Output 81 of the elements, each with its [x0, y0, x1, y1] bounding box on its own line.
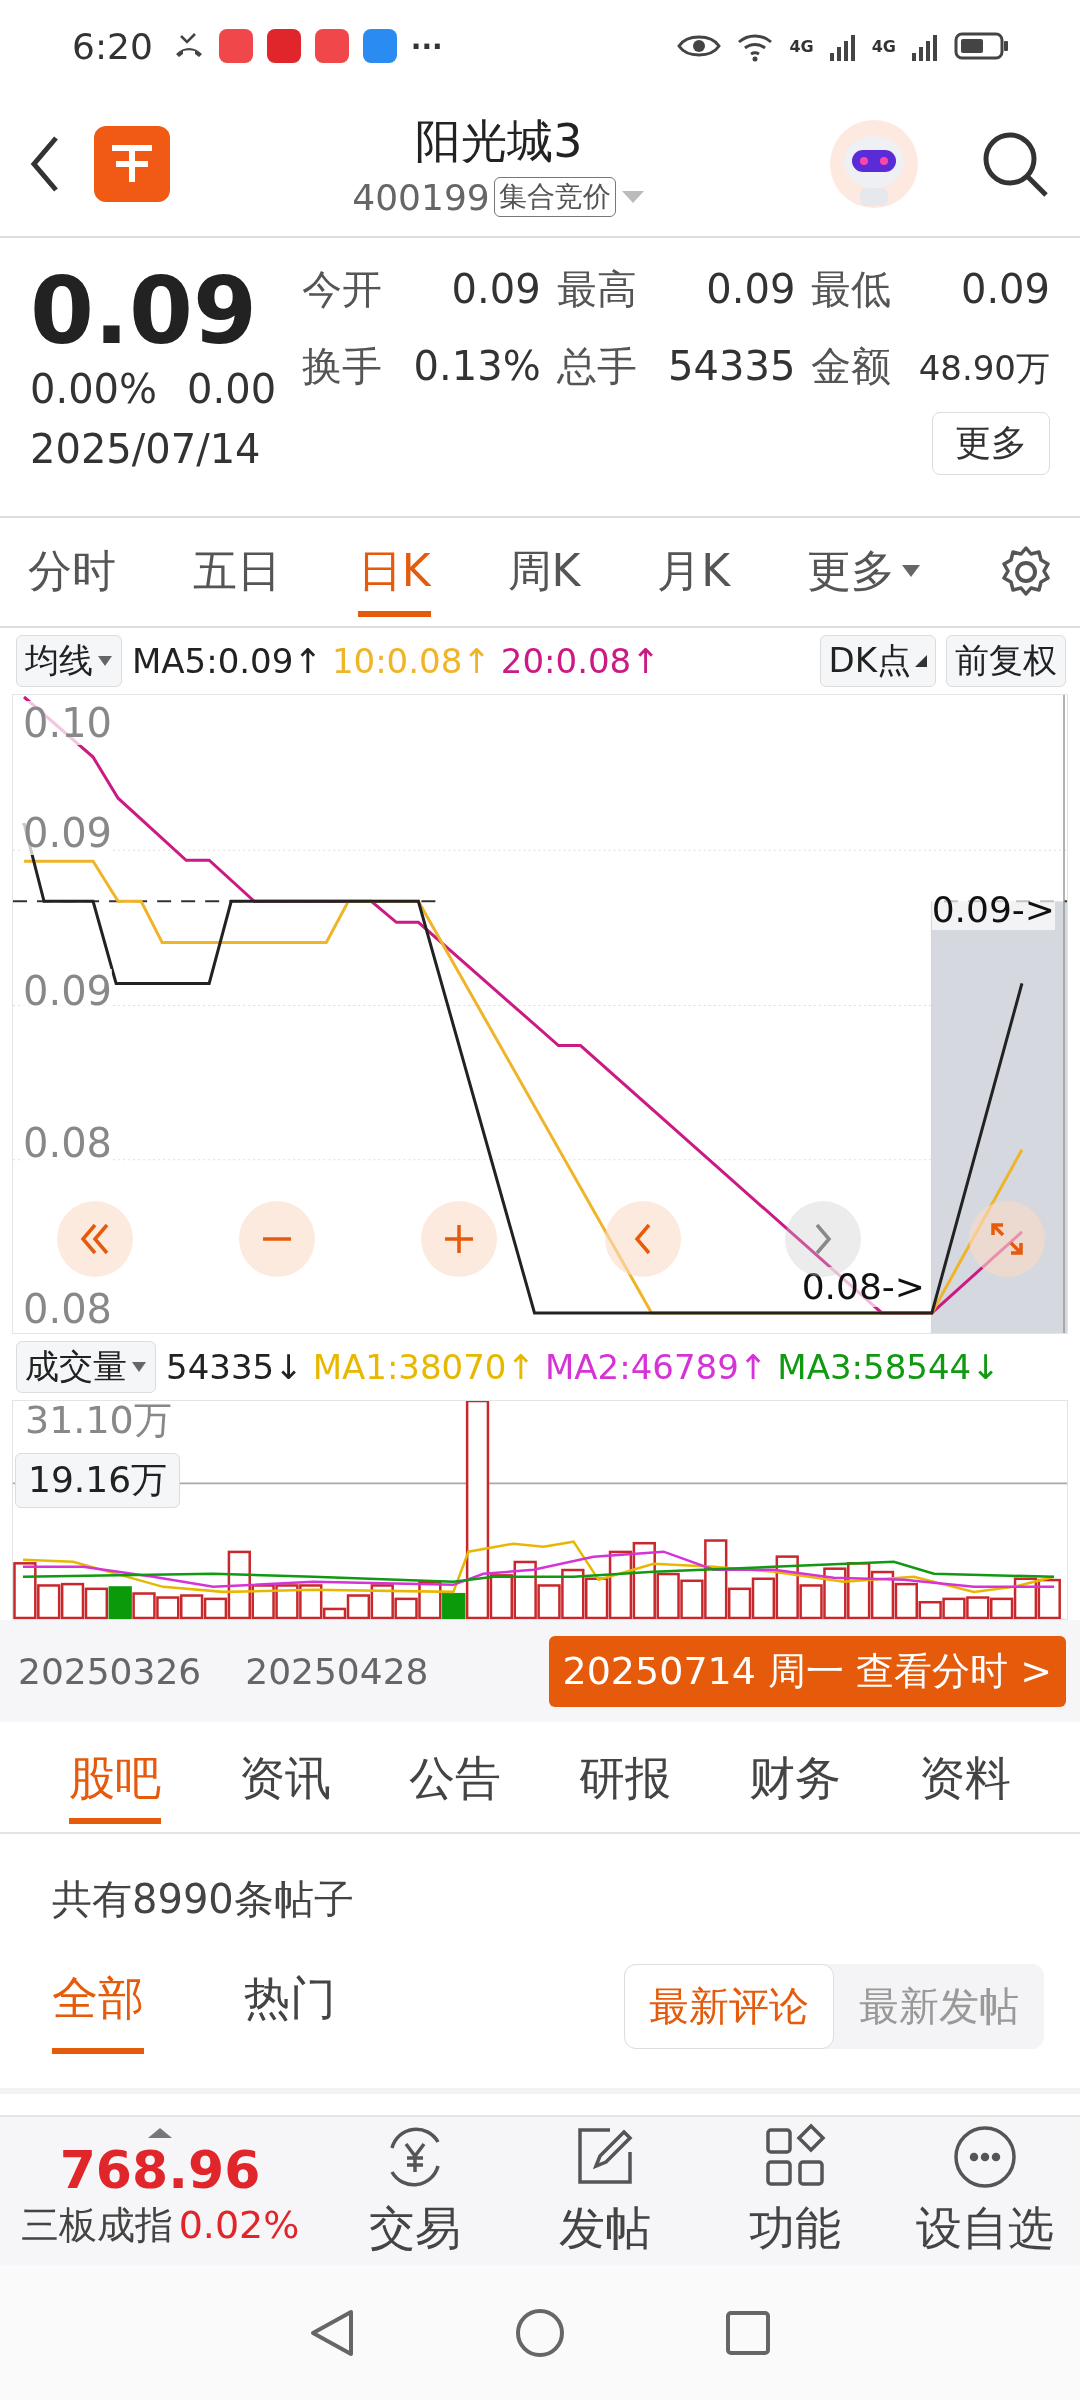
dk-button[interactable]: DK点 [819, 635, 936, 687]
stat-value: 48.90万 [918, 347, 1050, 390]
stat-label: 总手 [556, 342, 637, 391]
indicator-selector[interactable]: 成交量 [16, 1341, 156, 1393]
post-count: 共有8990条帖子 [51, 1875, 355, 1924]
period-tab[interactable]: 月K [657, 527, 731, 617]
stock-code: 400199 [352, 176, 490, 218]
stat-label: 今开 [302, 265, 382, 314]
stat-value: 0.09 [451, 266, 541, 312]
more-button[interactable]: 更多 [932, 412, 1050, 475]
period-tab[interactable]: 更多 [807, 527, 922, 617]
stat-label: 最低 [811, 265, 892, 314]
period-tab[interactable]: 周K [507, 527, 581, 617]
network-type: 4G [871, 36, 896, 56]
stat-value: 0.09 [960, 266, 1050, 312]
stat-value: 54335 [668, 343, 796, 389]
content-tab[interactable]: 股吧 [69, 1730, 161, 1824]
period-tab[interactable]: 分时 [28, 527, 116, 617]
post-tab[interactable]: 全部 [52, 1964, 144, 2054]
app-icon [266, 29, 301, 63]
caret-icon [97, 655, 113, 667]
app-icon [218, 29, 253, 63]
price-marker: 0.08-> [801, 1267, 925, 1307]
ma-value: 10:0.08↑ [331, 641, 491, 681]
status-time: 6:20 [72, 25, 153, 67]
ma-value: MA1:38070↑ [312, 1347, 535, 1387]
back-nav-icon[interactable] [309, 2307, 355, 2358]
sort-option[interactable]: 最新评论 [624, 1964, 834, 2049]
nav-item[interactable]: 交易 [320, 2122, 510, 2260]
index-change: 0.02% [178, 2202, 300, 2247]
content-tab[interactable]: 资讯 [239, 1730, 331, 1824]
home-nav-icon[interactable] [515, 2307, 565, 2358]
status-badge: 集合竞价 [493, 177, 616, 217]
content-tab[interactable]: 资料 [919, 1730, 1011, 1824]
axis-label: 31.10万 [25, 1397, 172, 1444]
stat-label: 最高 [556, 265, 637, 314]
axis-label: 0.10 [23, 701, 113, 745]
nav-item[interactable]: 功能 [700, 2122, 890, 2260]
content-tab[interactable]: 财务 [749, 1730, 841, 1824]
robot-avatar-icon[interactable] [828, 118, 920, 210]
adjust-button[interactable]: 前复权 [946, 635, 1066, 687]
axis-label: 20250428 [245, 1650, 429, 1692]
stat-label: 换手 [302, 342, 382, 391]
app-icon [314, 29, 349, 63]
index-value: 768.96 [59, 2139, 261, 2200]
weather-icon [362, 29, 397, 63]
stock-title: 阳光城3 [415, 112, 583, 170]
stat-value: 0.13% [413, 343, 541, 389]
change-percent: 0.00% [30, 366, 158, 412]
change-amount: 0.00 [187, 366, 277, 412]
network-type: 4G [789, 36, 814, 56]
period-tab[interactable]: 五日 [192, 527, 281, 617]
content-tab[interactable]: 研报 [579, 1730, 671, 1824]
caret-icon [901, 564, 922, 578]
ma-value: MA3:58544↓ [777, 1347, 1000, 1387]
stat-value: 0.09 [706, 266, 796, 312]
nav-item[interactable]: 设自选 [890, 2122, 1080, 2260]
post-tab[interactable]: 热门 [244, 1964, 336, 2054]
volume-value: 54335↓ [166, 1347, 303, 1387]
caret-icon [131, 1361, 147, 1373]
indicator-selector[interactable]: 均线 [16, 635, 122, 687]
ma-value: 20:0.08↑ [500, 641, 660, 681]
day-detail-button[interactable]: 20250714 周一 查看分时 > [548, 1635, 1066, 1707]
battery-icon [954, 31, 1010, 61]
back-icon[interactable] [30, 136, 60, 192]
content-tab[interactable]: 公告 [409, 1730, 501, 1824]
quote-date: 2025/07/14 [30, 426, 262, 472]
cursor-value-label: 19.16万 [15, 1453, 181, 1508]
recents-nav-icon[interactable] [725, 2309, 771, 2356]
ma-value: MA5:0.09↑ [132, 641, 322, 681]
period-tab[interactable]: 日K [357, 527, 431, 617]
last-price: 0.09 [30, 262, 258, 362]
axis-label: 20250326 [18, 1650, 202, 1692]
corner-icon [915, 655, 927, 667]
stat-label: 金额 [811, 342, 892, 391]
expand-icon [989, 1221, 1025, 1257]
nav-item[interactable]: 发帖 [510, 2122, 700, 2260]
expand-up-icon[interactable] [148, 2127, 172, 2138]
more-notifications: ··· [410, 29, 443, 63]
ma-value: MA2:46789↑ [545, 1347, 768, 1387]
index-name: 三板成指 [20, 2201, 173, 2249]
